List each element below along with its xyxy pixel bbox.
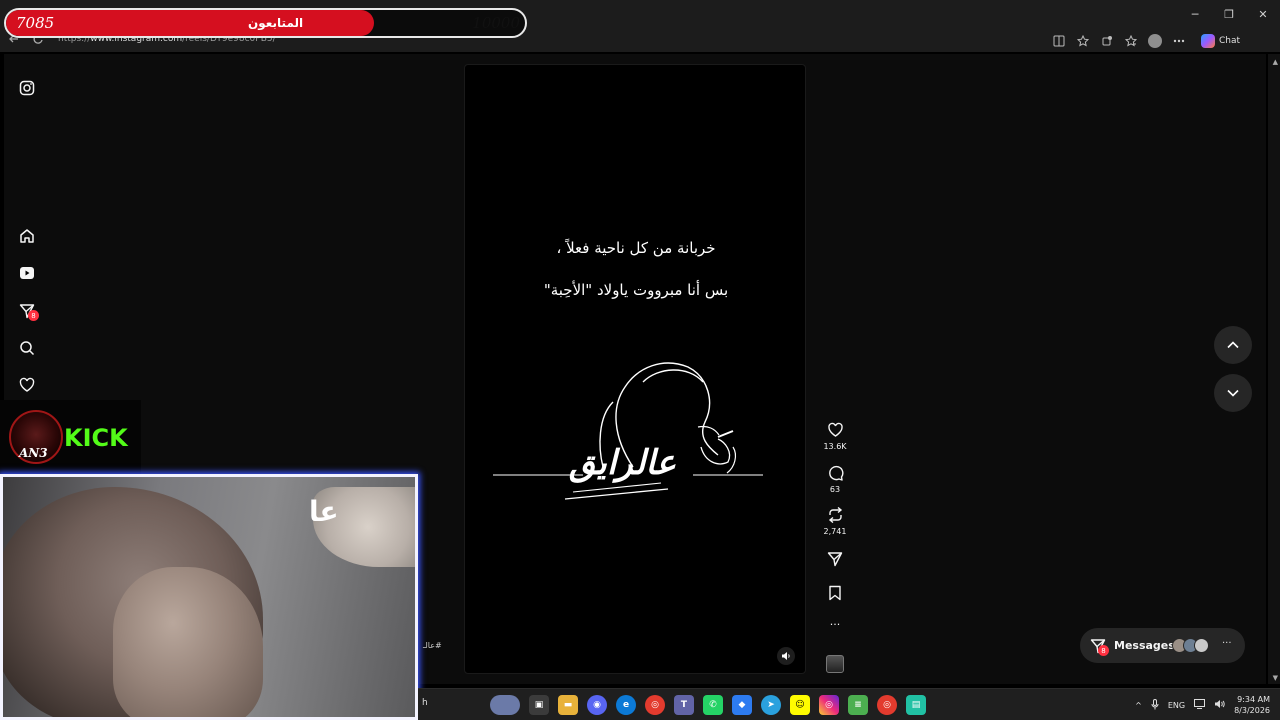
chat-label: Chat bbox=[1218, 36, 1240, 46]
share-action[interactable] bbox=[820, 551, 850, 569]
split-screen-icon[interactable] bbox=[1051, 33, 1067, 49]
page-scrollbar[interactable]: ▲ ▼ bbox=[1268, 54, 1280, 684]
messages-label: Messages bbox=[1114, 639, 1175, 652]
search-icon[interactable] bbox=[18, 339, 36, 357]
whatsapp-icon[interactable]: ✆ bbox=[703, 695, 723, 715]
tray-overflow-chevron-icon[interactable]: ^ bbox=[1135, 701, 1142, 710]
copilot-icon bbox=[1200, 34, 1215, 48]
reels-icon[interactable] bbox=[18, 264, 36, 282]
more-options-button[interactable]: ··· bbox=[820, 618, 850, 631]
reel-line-art bbox=[493, 327, 783, 511]
language-indicator[interactable]: ENG bbox=[1168, 701, 1185, 710]
terminal-app-icon[interactable]: ▤ bbox=[906, 695, 926, 715]
heart-icon[interactable] bbox=[820, 422, 850, 440]
share-icon[interactable] bbox=[820, 551, 850, 569]
previous-reel-button[interactable] bbox=[1214, 326, 1252, 364]
notifications-heart-icon[interactable] bbox=[18, 376, 36, 394]
repost-icon[interactable] bbox=[820, 507, 850, 525]
collections-icon[interactable] bbox=[1123, 33, 1139, 49]
scroll-down-icon[interactable]: ▼ bbox=[1273, 674, 1278, 682]
close-button[interactable]: ✕ bbox=[1246, 0, 1280, 28]
kick-logo-text: KICK bbox=[64, 424, 128, 452]
webcam-hand bbox=[113, 567, 263, 717]
snapchat-icon[interactable]: ☺ bbox=[790, 695, 810, 715]
webcam-overlay-glyph: عا bbox=[309, 495, 339, 528]
teams-icon[interactable]: T bbox=[674, 695, 694, 715]
bookmark-icon[interactable] bbox=[820, 585, 850, 603]
window-controls: ─ ❐ ✕ bbox=[1178, 0, 1280, 28]
comment-icon[interactable] bbox=[820, 465, 850, 483]
repost-count: 2,741 bbox=[823, 527, 847, 536]
recent-chat-avatars bbox=[1172, 638, 1209, 653]
follower-progress-fill bbox=[6, 10, 374, 36]
streamer-logo-text: AN3 bbox=[19, 446, 48, 460]
follower-label: المتابعون bbox=[248, 16, 304, 30]
clock-date: 8/3/2026 bbox=[1234, 706, 1270, 715]
reel-caption-line2: بس أنا مبرووت ياولاد "الأحِبة" bbox=[543, 281, 729, 299]
chrome-icon[interactable]: ◎ bbox=[645, 695, 665, 715]
copilot-chat-button[interactable]: Chat bbox=[1200, 34, 1240, 48]
reel-caption-fragment: #عالـ bbox=[423, 641, 442, 650]
minimize-button[interactable]: ─ bbox=[1178, 0, 1212, 28]
follower-goal-bar: 7085 المتابعون 10000 bbox=[4, 8, 527, 38]
messages-count-badge: 8 bbox=[1098, 645, 1109, 656]
messages-badge: 8 bbox=[28, 310, 39, 321]
telegram-icon[interactable]: ➤ bbox=[761, 695, 781, 715]
reel-video[interactable]: خربانة من كل ناحية فعلاً ، بس أنا مبرووت… bbox=[464, 64, 806, 674]
volume-icon[interactable] bbox=[1214, 699, 1225, 711]
messages-button[interactable]: 8 Messages ··· bbox=[1080, 628, 1245, 663]
system-clock[interactable]: 9:34 AM 8/3/2026 bbox=[1234, 694, 1270, 716]
audio-thumbnail[interactable] bbox=[826, 655, 844, 673]
home-icon[interactable] bbox=[18, 227, 36, 245]
messages-more-button[interactable]: ··· bbox=[1222, 638, 1232, 649]
profile-icon[interactable] bbox=[1147, 33, 1163, 49]
chrome-profile-icon[interactable]: ◎ bbox=[877, 695, 897, 715]
instagram-logo-icon[interactable] bbox=[18, 79, 36, 97]
speaker-icon[interactable] bbox=[777, 647, 795, 665]
clock-time: 9:34 AM bbox=[1237, 695, 1270, 704]
webcam-feed: عا bbox=[0, 474, 418, 720]
save-action[interactable] bbox=[820, 585, 850, 603]
next-reel-button[interactable] bbox=[1214, 374, 1252, 412]
reel-art-text: عالرايق bbox=[569, 443, 677, 483]
file-explorer-icon[interactable]: ▬ bbox=[558, 695, 578, 715]
repost-action[interactable]: 2,741 bbox=[820, 507, 850, 536]
discord-icon[interactable]: ◉ bbox=[587, 695, 607, 715]
scroll-up-icon[interactable]: ▲ bbox=[1273, 58, 1278, 66]
layers-app-icon[interactable]: ≡ bbox=[848, 695, 868, 715]
follower-goal-count: 10000 bbox=[472, 14, 520, 32]
chevron-down-icon bbox=[1227, 389, 1239, 397]
system-tray: ^ ENG 9:34 AM 8/3/2026 bbox=[1135, 693, 1270, 717]
like-action[interactable]: 13.6K bbox=[820, 422, 850, 451]
task-view-icon[interactable]: ▣ bbox=[529, 695, 549, 715]
follower-current-count: 7085 bbox=[16, 14, 55, 32]
widgets-icon[interactable] bbox=[490, 695, 520, 715]
screen: { "browser": { "url_prefix": "https://",… bbox=[0, 0, 1280, 720]
reel-caption-line1: خربانة من كل ناحية فعلاً ، bbox=[556, 239, 716, 257]
taskbar-apps: ▣ ▬ ◉ e ◎ T ✆ ◆ ➤ ☺ ◎ ≡ ◎ ▤ bbox=[490, 695, 926, 715]
more-menu-icon[interactable] bbox=[1171, 33, 1187, 49]
kick-overlay: AN3 KICK bbox=[0, 400, 141, 474]
edge-icon[interactable]: e bbox=[616, 695, 636, 715]
microphone-icon[interactable] bbox=[1151, 698, 1159, 712]
windows-taskbar: h ▣ ▬ ◉ e ◎ T ✆ ◆ ➤ ☺ ◎ ≡ ◎ ▤ ^ ENG 9:34… bbox=[418, 688, 1280, 720]
extensions-icon[interactable] bbox=[1099, 33, 1115, 49]
network-icon[interactable] bbox=[1194, 699, 1206, 711]
instagram-app-icon[interactable]: ◎ bbox=[819, 695, 839, 715]
like-count: 13.6K bbox=[823, 442, 847, 451]
maximize-button[interactable]: ❐ bbox=[1212, 0, 1246, 28]
streamer-logo: AN3 bbox=[9, 410, 63, 464]
comment-count: 63 bbox=[829, 485, 841, 494]
taskbar-search-fragment[interactable]: h bbox=[422, 698, 428, 708]
security-shield-icon[interactable]: ◆ bbox=[732, 695, 752, 715]
comment-action[interactable]: 63 bbox=[820, 465, 850, 494]
avatar bbox=[1194, 638, 1209, 653]
chevron-up-icon bbox=[1227, 341, 1239, 349]
favorite-star-icon[interactable] bbox=[1075, 33, 1091, 49]
browser-toolbar: Chat bbox=[1051, 31, 1240, 51]
